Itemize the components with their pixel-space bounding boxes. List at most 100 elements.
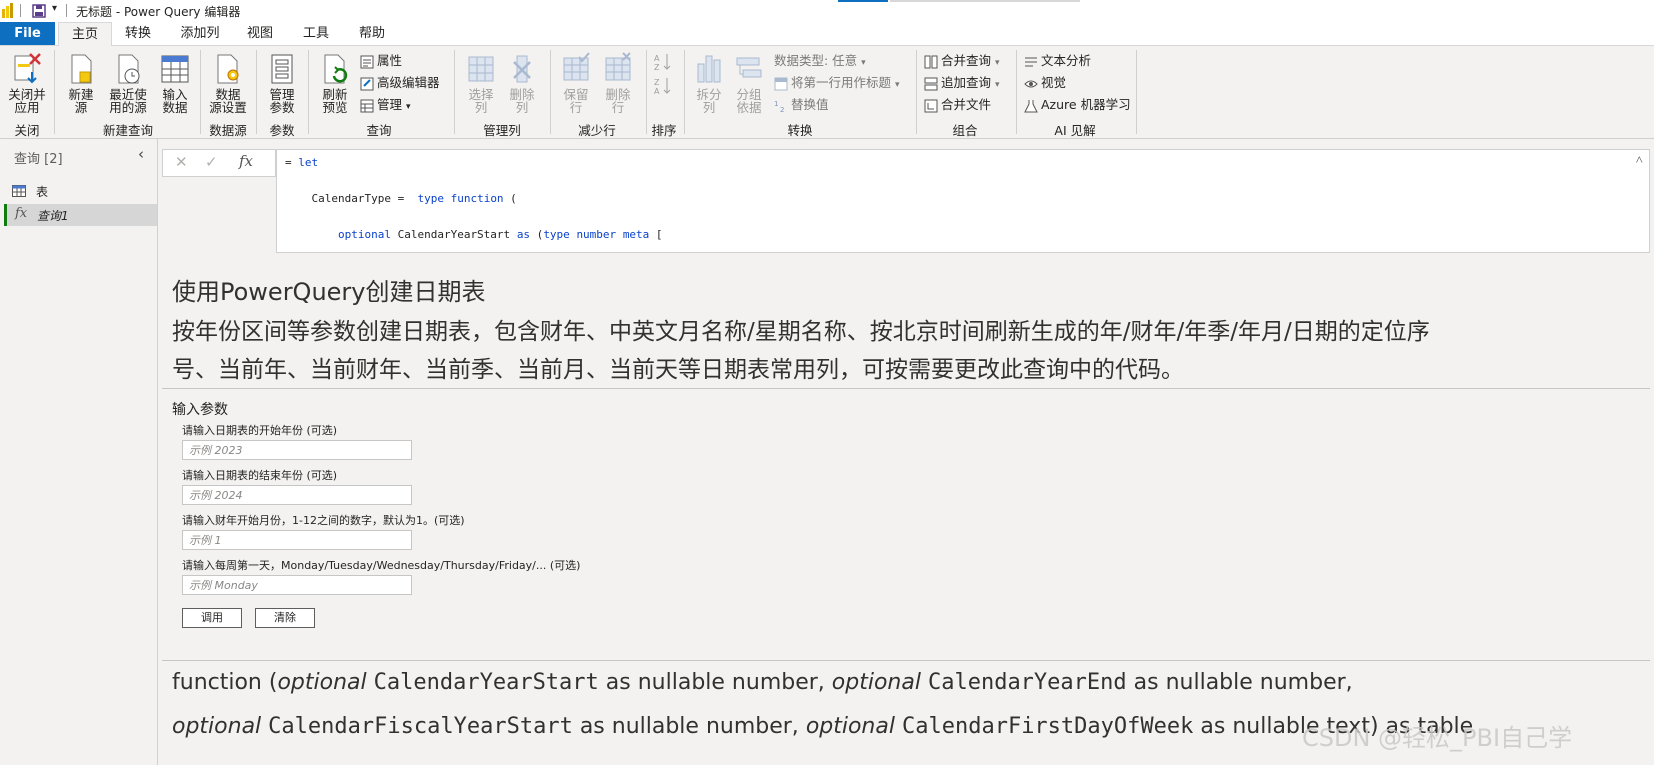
group-manage-cols-label: 管理列 [483,123,521,138]
replace-values-icon: 12 [774,100,784,113]
text-analytics-button[interactable]: 文本分析 [1024,52,1091,70]
new-source-button[interactable]: 新建 源 [62,52,100,114]
sort-ascending-icon[interactable]: AZ [654,52,672,76]
save-icon[interactable] [32,4,46,21]
first-row-header-icon [774,77,788,90]
tab-home[interactable]: 主页 [58,22,112,46]
append-queries-dropdown-icon: ▾ [995,80,1000,90]
tab-add-column[interactable]: 添加列 [172,22,228,45]
manage-params-label: 管理 参数 [269,87,295,115]
azure-ml-button[interactable]: Azure 机器学习 [1024,96,1131,114]
tab-file[interactable]: File [0,22,55,45]
sort-descending-icon[interactable]: ZA [654,76,672,100]
close-apply-button[interactable]: 关闭并 应用 [4,52,50,114]
group-by-button[interactable]: 分组 依据 [730,52,768,114]
title-bar: ▾ 无标题 - Power Query 编辑器 [0,0,1654,22]
keep-rows-icon [563,52,590,81]
tab-view[interactable]: 视图 [234,22,286,45]
collapse-formula-icon[interactable]: ˄ [1636,152,1643,168]
recent-sources-button[interactable]: 最近使 用的源 [104,52,152,114]
enter-data-label: 输入 数据 [162,87,188,115]
quick-access-dropdown-icon[interactable]: ▾ [52,3,57,14]
commit-icon[interactable]: ✓ [205,153,218,171]
properties-button[interactable]: 属性 [360,52,402,70]
svg-text:Z: Z [654,63,660,72]
combine-files-button[interactable]: 合并文件 [924,96,991,114]
end-year-input[interactable]: 示例 2024 [182,485,412,505]
queries-header: 查询 [2] [14,152,63,167]
split-column-icon [697,55,721,83]
advanced-editor-button[interactable]: 高级编辑器 [360,74,440,92]
formula-line-1: = let [285,156,319,169]
formula-line-2: CalendarType = type function ( [285,192,517,205]
query-item-query1[interactable]: fx 查询1 [4,204,157,226]
tab-tools[interactable]: 工具 [290,22,342,45]
query-item-table[interactable]: 表 [6,180,154,202]
merge-queries-button[interactable]: 合并查询 ▾ [924,52,1000,70]
function-signature-line-1: function (optional CalendarYearStart as … [172,670,1353,695]
data-type-dropdown-icon: ▾ [861,58,866,68]
data-type-dropdown[interactable]: 数据类型: 任意 ▾ [774,52,866,70]
collapse-pane-icon[interactable]: ‹ [138,145,144,163]
function-signature-line-2: optional CalendarFiscalYearStart as null… [172,714,1474,739]
remove-columns-button[interactable]: 删除 列 [503,52,541,114]
append-queries-icon [924,77,938,90]
window-title: 无标题 - Power Query 编辑器 [76,5,241,19]
clear-button[interactable]: 清除 [255,608,315,628]
description-line-2: 号、当前年、当前财年、当前季、当前月、当前天等日期表常用列，可按需要更改此查询中… [172,357,1184,383]
ribbon-tab-bar: File 主页 转换 添加列 视图 工具 帮助 [0,22,1654,46]
group-by-icon [736,57,762,78]
combine-files-icon [924,99,938,112]
queries-pane: 查询 [2] ‹ 表 fx 查询1 [0,139,158,765]
remove-columns-label: 删除 列 [509,87,535,115]
append-queries-button[interactable]: 追加查询 ▾ [924,74,1000,92]
manage-button[interactable]: 管理 ▾ [360,96,411,114]
invoke-button[interactable]: 调用 [182,608,242,628]
text-analytics-icon [1025,57,1037,66]
cancel-icon[interactable]: ✕ [175,153,188,171]
advanced-editor-icon [360,77,374,90]
split-column-label: 拆分 列 [696,87,722,115]
enter-data-button[interactable]: 输入 数据 [156,52,194,114]
merge-queries-dropdown-icon: ▾ [995,58,1000,68]
remove-rows-label: 删除 行 [605,87,631,115]
manage-params-button[interactable]: 管理 参数 [262,52,302,114]
replace-values-button[interactable]: 1 2 替换值 [774,96,829,114]
group-close-label: 关闭 [14,123,40,138]
table-icon [12,185,26,197]
close-apply-icon [14,53,41,84]
remove-rows-icon [605,52,631,81]
powerbi-logo-icon [2,3,14,21]
tab-transform[interactable]: 转换 [112,22,164,45]
param-label-start-year: 请输入日期表的开始年份 (可选) [182,424,338,437]
svg-text:A: A [654,54,660,63]
function-icon: fx [15,206,28,221]
params-header: 输入参数 [172,402,228,418]
choose-columns-button[interactable]: 选择 列 [462,52,500,114]
fiscal-start-input[interactable]: 示例 1 [182,530,412,550]
recent-sources-label: 最近使 用的源 [109,87,147,115]
data-source-settings-button[interactable]: 数据 源设置 [206,52,250,114]
formula-editor[interactable]: = let CalendarType = type function ( opt… [276,149,1650,253]
group-by-label: 分组 依据 [736,87,762,115]
first-day-input[interactable]: 示例 Monday [182,575,412,595]
fx-icon[interactable]: fx [239,152,253,170]
param-label-fiscal-start: 请输入财年开始月份，1-12之间的数字，默认为1。(可选) [182,514,465,527]
split-column-button[interactable]: 拆分 列 [690,52,728,114]
new-source-label: 新建 源 [68,87,94,115]
formula-line-3: optional CalendarYearStart as (type numb… [337,228,663,241]
group-transform-label: 转换 [787,123,813,138]
svg-text:1: 1 [774,100,778,108]
keep-rows-button[interactable]: 保留 行 [556,52,596,114]
vision-button[interactable]: 视觉 [1024,74,1066,92]
remove-rows-button[interactable]: 删除 行 [598,52,638,114]
refresh-preview-button[interactable]: 刷新 预览 [314,52,356,114]
data-source-settings-label: 数据 源设置 [209,87,247,115]
start-year-input[interactable]: 示例 2023 [182,440,412,460]
first-row-header-button[interactable]: 将第一行用作标题 ▾ [774,74,900,92]
group-data-source-label: 数据源 [209,123,247,138]
group-combine-label: 组合 [952,123,978,138]
ribbon: 关闭并 应用 关闭 新建 源 最近使 用的源 输入 数据 新建查询 数据 源设置… [0,46,1654,139]
param-label-first-day: 请输入每周第一天，Monday/Tuesday/Wednesday/Thursd… [182,559,581,572]
tab-help[interactable]: 帮助 [346,22,398,45]
